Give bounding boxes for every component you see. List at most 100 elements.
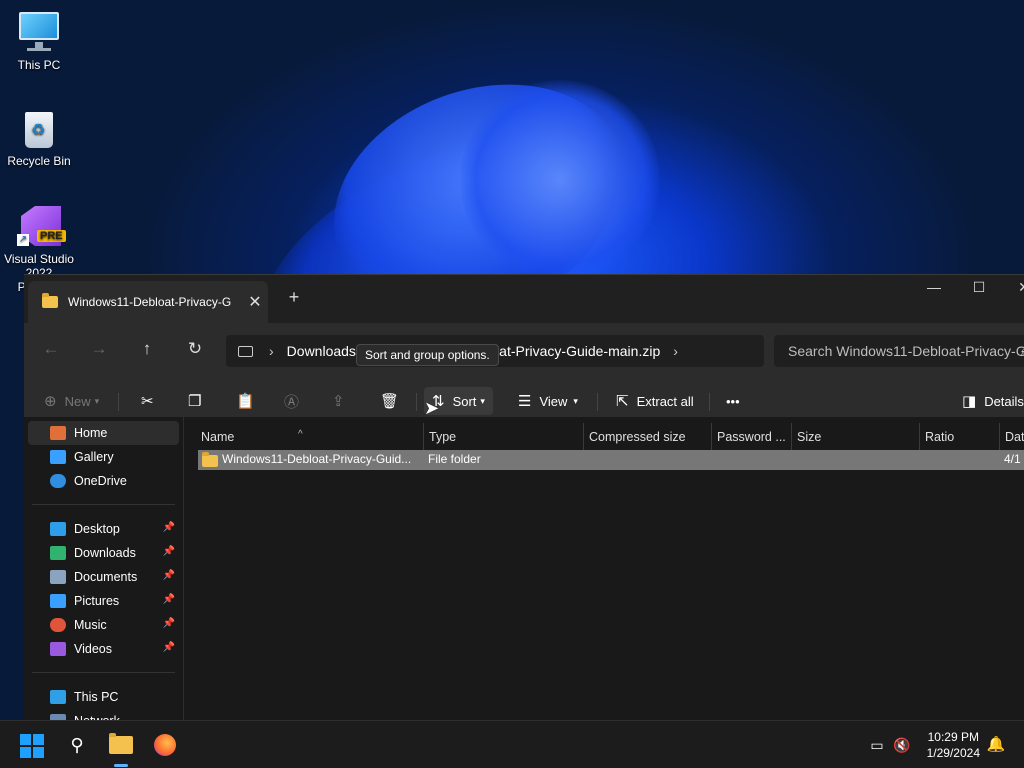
sidebar-item-downloads[interactable]: Downloads 📌 [24, 541, 183, 565]
sidebar-item-label: Desktop [74, 522, 120, 536]
column-label: Size [797, 430, 822, 444]
active-indicator [114, 764, 128, 767]
sidebar-item-label: Documents [74, 570, 138, 584]
sidebar-item-label: Videos [74, 642, 112, 656]
music-icon [50, 618, 66, 632]
desktop-icon-this-pc[interactable]: This PC [4, 10, 74, 72]
plus-circle-icon: ⊕ [44, 393, 57, 410]
minimize-button[interactable]: — [914, 279, 954, 295]
file-type: File folder [428, 452, 481, 466]
onedrive-cloud-icon [50, 474, 66, 488]
search-input[interactable]: Search Windows11-Debloat-Privacy-Guide-m… [774, 335, 1024, 367]
gallery-icon [50, 450, 66, 464]
sidebar-item-gallery[interactable]: Gallery [24, 445, 183, 469]
clock[interactable]: 10:29 PM 1/29/2024 [927, 729, 980, 761]
search-placeholder: Search Windows11-Debloat-Privacy-Guide-m… [788, 343, 1024, 359]
taskbar: ⚲ ▭ 🔇 10:29 PM 1/29/2024 🔔 [0, 720, 1024, 768]
column-header-name[interactable]: Name ^ [196, 423, 424, 451]
column-header-type[interactable]: Type [424, 423, 584, 451]
content-area: Home Gallery OneDrive Desktop 📌 Download… [24, 417, 1024, 722]
column-label: Dat [1005, 430, 1024, 444]
sidebar-item-videos[interactable]: Videos 📌 [24, 637, 183, 661]
rename-icon: Ⓐ [284, 393, 300, 411]
new-label: New [64, 393, 91, 409]
close-window-button[interactable]: ✕ [1004, 279, 1024, 296]
sidebar-item-this-pc[interactable]: This PC [24, 685, 183, 709]
column-header-size[interactable]: Size [792, 423, 920, 451]
table-row[interactable]: Windows11-Debloat-Privacy-Guid... File f… [198, 450, 1024, 470]
paste-button[interactable]: 📋 [236, 387, 263, 415]
column-header-ratio[interactable]: Ratio [920, 423, 1000, 451]
volume-muted-icon[interactable]: 🔇 [886, 729, 918, 761]
sidebar-item-pictures[interactable]: Pictures 📌 [24, 589, 183, 613]
divider [597, 393, 598, 411]
back-arrow-icon[interactable]: ← [38, 337, 64, 361]
extract-all-button[interactable]: ⇱ Extract all [616, 387, 694, 415]
close-tab-icon[interactable]: ✕ [242, 292, 268, 312]
sidebar-item-label: Pictures [74, 594, 120, 608]
tab-zip-archive[interactable]: Windows11-Debloat-Privacy-G ✕ [28, 281, 268, 323]
maximize-button[interactable]: ☐ [959, 279, 999, 296]
column-label: Type [429, 430, 457, 444]
forward-arrow-icon[interactable]: → [86, 337, 112, 361]
sidebar-item-label: OneDrive [74, 474, 127, 488]
column-header-date[interactable]: Dat [1000, 423, 1024, 451]
up-arrow-icon[interactable]: ↑ [134, 337, 160, 361]
clock-time: 10:29 PM [927, 730, 979, 744]
recycle-bin-icon: ♻ [17, 106, 61, 150]
details-pane-icon: ◨ [962, 393, 977, 410]
column-label: Ratio [925, 430, 955, 444]
sidebar-item-documents[interactable]: Documents 📌 [24, 565, 183, 589]
refresh-icon[interactable]: ↻ [182, 337, 208, 361]
pin-icon: 📌 [162, 522, 175, 533]
new-button[interactable]: ⊕ New ▾ [44, 387, 99, 415]
column-header-compressed-size[interactable]: Compressed size [584, 423, 712, 451]
new-tab-button[interactable]: + [284, 287, 304, 308]
column-label: Compressed size [589, 430, 686, 444]
clock-date: 1/29/2024 [926, 746, 980, 760]
view-button[interactable]: ☰ View ▾ [518, 387, 578, 415]
sort-label: Sort [452, 393, 477, 409]
monitor-icon [17, 10, 61, 54]
cut-button[interactable]: ✂ [141, 387, 162, 415]
pictures-icon [50, 594, 66, 608]
home-icon [50, 426, 66, 440]
extract-icon: ⇱ [616, 393, 629, 410]
firefox-icon[interactable] [149, 729, 181, 761]
extract-all-label: Extract all [636, 393, 694, 409]
copy-button[interactable]: ❐ [188, 387, 209, 415]
start-button[interactable] [20, 734, 44, 758]
visual-studio-icon: PRE ↗ [17, 204, 66, 248]
folder-icon [202, 452, 218, 467]
details-label: Details [984, 393, 1024, 409]
notification-bell-icon[interactable]: 🔔 [980, 729, 1012, 761]
sort-caret-icon: ^ [298, 429, 303, 440]
navigation-pane: Home Gallery OneDrive Desktop 📌 Download… [24, 417, 184, 722]
search-icon[interactable]: ⚲ [61, 729, 93, 761]
shortcut-arrow-icon: ↗ [17, 234, 29, 246]
chevron-right-icon[interactable]: › [673, 343, 678, 359]
share-button[interactable]: ⇪ [332, 387, 353, 415]
sidebar-item-desktop[interactable]: Desktop 📌 [24, 517, 183, 541]
sidebar-item-label: Home [74, 426, 108, 440]
desktop-icon [50, 522, 66, 536]
pin-icon: 📌 [162, 618, 175, 629]
chevron-right-icon[interactable]: › [269, 343, 274, 359]
column-header-password[interactable]: Password ... [712, 423, 792, 451]
column-label: Password ... [717, 430, 786, 444]
sidebar-item-music[interactable]: Music 📌 [24, 613, 183, 637]
details-pane-button[interactable]: ◨ Details [962, 387, 1024, 415]
file-explorer-window: Windows11-Debloat-Privacy-G ✕ + — ☐ ✕ ← … [24, 274, 1024, 722]
breadcrumb-downloads[interactable]: Downloads [287, 343, 356, 359]
sidebar-item-onedrive[interactable]: OneDrive [24, 469, 183, 493]
rename-button[interactable]: Ⓐ [284, 387, 307, 415]
delete-button[interactable]: 🗑 [380, 387, 407, 415]
file-list: Name ^ Type Compressed size Password ...… [196, 417, 1024, 722]
desktop-icon-recycle-bin[interactable]: ♻ Recycle Bin [4, 106, 74, 168]
view-list-icon: ☰ [518, 393, 532, 410]
file-explorer-taskbar-icon[interactable] [105, 729, 137, 761]
share-icon: ⇪ [332, 393, 345, 410]
sidebar-item-label: Downloads [74, 546, 136, 560]
sidebar-item-home[interactable]: Home [28, 421, 179, 445]
more-options-button[interactable]: ••• [726, 387, 740, 415]
